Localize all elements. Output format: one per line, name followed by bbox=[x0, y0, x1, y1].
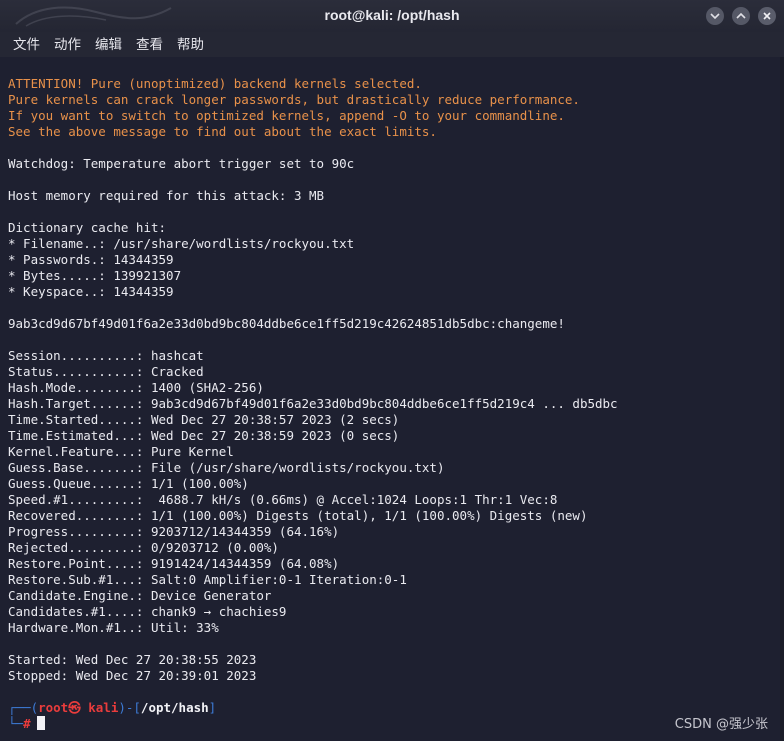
close-icon bbox=[763, 12, 771, 20]
started-line: Started: Wed Dec 27 20:38:55 2023 bbox=[8, 652, 257, 667]
status-line: Session..........: hashcat bbox=[8, 348, 204, 363]
status-line: Kernel.Feature...: Pure Kernel bbox=[8, 444, 234, 459]
status-line: Guess.Queue......: 1/1 (100.00%) bbox=[8, 476, 249, 491]
menu-edit[interactable]: 编辑 bbox=[88, 34, 129, 56]
terminal-output[interactable]: ATTENTION! Pure (unoptimized) backend ke… bbox=[0, 57, 780, 741]
prompt-top-line: ┌──(root㉿ kali)-[/opt/hash] bbox=[8, 700, 780, 716]
dict-line: * Filename..: /usr/share/wordlists/rocky… bbox=[8, 236, 355, 251]
window-title: root@kali: /opt/hash bbox=[324, 7, 460, 23]
prompt-separator: )-[ bbox=[118, 700, 141, 715]
menu-view[interactable]: 查看 bbox=[129, 34, 170, 56]
csdn-watermark: CSDN @强少张 bbox=[674, 717, 768, 732]
terminal-window: root@kali: /opt/hash 文件 动作 编辑 查看 帮助 ATTE… bbox=[0, 0, 784, 741]
host-memory-line: Host memory required for this attack: 3 … bbox=[8, 188, 325, 203]
status-line: Hash.Mode........: 1400 (SHA2-256) bbox=[8, 380, 264, 395]
dict-header-line: Dictionary cache hit: bbox=[8, 220, 167, 235]
prompt-path: /opt/hash bbox=[140, 700, 209, 715]
prompt-end-bracket: ] bbox=[208, 700, 217, 715]
status-line: Candidates.#1....: chank9 → chachies9 bbox=[8, 604, 287, 619]
status-line: Hardware.Mon.#1..: Util: 33% bbox=[8, 620, 219, 635]
status-line: Speed.#1.........: 4688.7 kH/s (0.66ms) … bbox=[8, 492, 558, 507]
menu-file[interactable]: 文件 bbox=[6, 34, 47, 56]
status-line: Time.Started.....: Wed Dec 27 20:38:57 2… bbox=[8, 412, 400, 427]
status-line: Hash.Target......: 9ab3cd9d67bf49d01f6a2… bbox=[8, 396, 618, 411]
maximize-button[interactable] bbox=[732, 7, 750, 25]
warning-line: Pure kernels can crack longer passwords,… bbox=[8, 92, 580, 107]
dict-line: * Passwords.: 14344359 bbox=[8, 252, 174, 267]
minimize-button[interactable] bbox=[706, 7, 724, 25]
watchdog-line: Watchdog: Temperature abort trigger set … bbox=[8, 156, 355, 171]
text-cursor bbox=[36, 716, 45, 730]
prompt-input-line[interactable]: └─# bbox=[8, 716, 780, 732]
dict-line: * Bytes.....: 139921307 bbox=[8, 268, 182, 283]
status-line: Progress.........: 9203712/14344359 (64.… bbox=[8, 524, 340, 539]
status-line: Time.Estimated...: Wed Dec 27 20:38:59 2… bbox=[8, 428, 400, 443]
window-controls bbox=[706, 7, 776, 25]
title-bar[interactable]: root@kali: /opt/hash bbox=[0, 0, 784, 33]
status-line: Recovered........: 1/1 (100.00%) Digests… bbox=[8, 508, 588, 523]
prompt-corner-top: ┌──( bbox=[8, 700, 39, 715]
status-line: Restore.Point....: 9191424/14344359 (64.… bbox=[8, 556, 340, 571]
warning-line: If you want to switch to optimized kerne… bbox=[8, 108, 565, 123]
prompt-user-host: root㉿ kali bbox=[38, 700, 119, 715]
status-line: Status...........: Cracked bbox=[8, 364, 204, 379]
maximize-icon bbox=[736, 12, 746, 19]
close-button[interactable] bbox=[758, 7, 776, 25]
cracked-hash-line: 9ab3cd9d67bf49d01f6a2e33d0bd9bc804ddbe6c… bbox=[8, 316, 565, 331]
menu-help[interactable]: 帮助 bbox=[170, 34, 211, 56]
dict-line: * Keyspace..: 14344359 bbox=[8, 284, 174, 299]
status-line: Candidate.Engine.: Device Generator bbox=[8, 588, 272, 603]
stopped-line: Stopped: Wed Dec 27 20:39:01 2023 bbox=[8, 668, 257, 683]
warning-line: See the above message to find out about … bbox=[8, 124, 437, 139]
status-line: Guess.Base.......: File (/usr/share/word… bbox=[8, 460, 445, 475]
warning-line: ATTENTION! Pure (unoptimized) backend ke… bbox=[8, 76, 422, 91]
status-line: Restore.Sub.#1...: Salt:0 Amplifier:0-1 … bbox=[8, 572, 407, 587]
minimize-icon bbox=[710, 13, 720, 20]
scrollbar[interactable] bbox=[780, 57, 784, 741]
menu-bar: 文件 动作 编辑 查看 帮助 bbox=[0, 32, 784, 57]
menu-action[interactable]: 动作 bbox=[47, 34, 88, 56]
prompt-hash: # bbox=[23, 716, 31, 731]
prompt-corner-bottom: └─ bbox=[8, 716, 24, 731]
status-line: Rejected.........: 0/9203712 (0.00%) bbox=[8, 540, 279, 555]
